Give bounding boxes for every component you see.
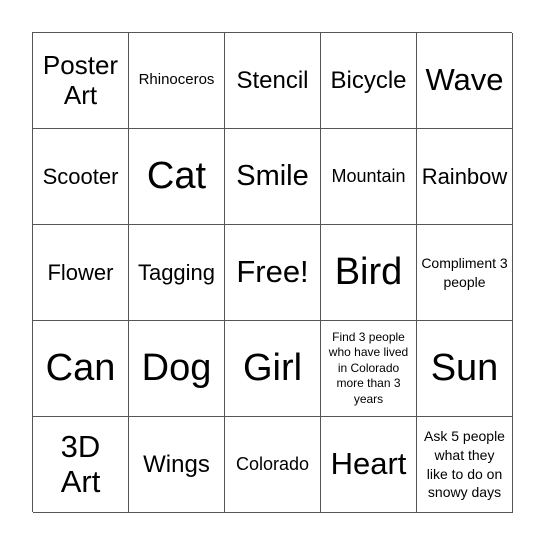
free-space[interactable]: Free! [225,225,321,321]
bingo-cell[interactable]: Girl [225,321,321,417]
cell-label: Sun [430,346,499,389]
bingo-cell[interactable]: Heart [321,417,417,513]
cell-label: Wings [143,450,210,478]
cell-label: 3D Art [60,428,101,499]
cell-label: Flower [47,259,114,285]
cell-label: Heart [330,446,407,482]
bingo-cell[interactable]: Stencil [225,33,321,129]
cell-label: Rhinoceros [138,71,215,89]
bingo-cell[interactable]: Rainbow [417,129,513,225]
cell-label: Free! [236,254,309,290]
cell-label: Mountain [331,166,406,187]
bingo-cell[interactable]: Bicycle [321,33,417,129]
cell-label: Bird [334,250,403,293]
bingo-cell[interactable]: Flower [33,225,129,321]
cell-label: Compliment 3 people [421,254,508,290]
bingo-cell[interactable]: Sun [417,321,513,417]
bingo-cell[interactable]: Scooter [33,129,129,225]
cell-label: Tagging [137,259,216,285]
cell-label: Bicycle [330,66,407,94]
cell-label: Cat [146,154,207,197]
bingo-cell[interactable]: Cat [129,129,225,225]
bingo-card: Poster Art Rhinoceros Stencil Bicycle Wa… [32,32,513,513]
bingo-cell[interactable]: Can [33,321,129,417]
cell-label: Poster Art [42,50,119,110]
cell-label: Smile [236,159,309,192]
bingo-cell[interactable]: 3D Art [33,417,129,513]
bingo-cell[interactable]: Mountain [321,129,417,225]
bingo-cell[interactable]: Ask 5 people what they like to do on sno… [417,417,513,513]
bingo-cell[interactable]: Bird [321,225,417,321]
bingo-cell[interactable]: Dog [129,321,225,417]
bingo-cell[interactable]: Tagging [129,225,225,321]
cell-label: Scooter [42,163,119,189]
cell-label: Can [45,346,116,389]
bingo-cell[interactable]: Rhinoceros [129,33,225,129]
bingo-cell[interactable]: Poster Art [33,33,129,129]
bingo-cell[interactable]: Find 3 people who have lived in Colorado… [321,321,417,417]
cell-label: Girl [242,346,303,389]
cell-label: Rainbow [421,163,508,189]
cell-label: Stencil [236,66,309,94]
cell-label: Dog [141,346,212,389]
cell-label: Colorado [235,454,310,475]
bingo-cell[interactable]: Wave [417,33,513,129]
bingo-cell[interactable]: Compliment 3 people [417,225,513,321]
cell-label: Wave [425,62,504,98]
bingo-cell[interactable]: Colorado [225,417,321,513]
bingo-cell[interactable]: Smile [225,129,321,225]
cell-label: Ask 5 people what they like to do on sno… [424,427,505,501]
cell-label: Find 3 people who have lived in Colorado… [328,329,409,406]
bingo-cell[interactable]: Wings [129,417,225,513]
